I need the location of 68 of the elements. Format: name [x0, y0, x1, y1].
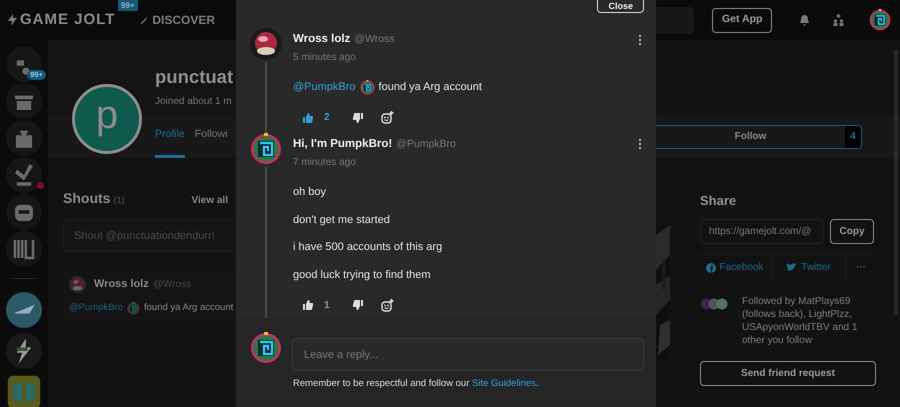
game-icon[interactable] — [6, 333, 42, 369]
share-link[interactable]: Twitter — [772, 254, 846, 280]
copy-button[interactable]: Copy — [830, 218, 874, 244]
user-avatar[interactable] — [250, 28, 282, 60]
bot-icon[interactable] — [6, 194, 42, 230]
inline-avatar[interactable] — [360, 80, 375, 95]
guidelines-note: Remember to be respectful and follow our Site Guidelines. — [293, 377, 540, 391]
store-icon[interactable] — [6, 83, 42, 119]
user-name[interactable]: Wross lolz — [94, 276, 149, 293]
emoji-add-icon[interactable] — [380, 111, 394, 124]
like-icon[interactable] — [302, 112, 314, 124]
comment-time: 7 minutes ago — [293, 156, 357, 170]
user-name[interactable]: Hi, I'm PumpkBro! — [293, 136, 392, 153]
follower-count: 4 — [845, 126, 861, 148]
comment-text: good luck trying to find them — [293, 268, 431, 282]
comment-text: i have 500 accounts of this arg — [293, 240, 442, 255]
profile-tab[interactable]: Profile — [155, 115, 185, 158]
reply-field[interactable]: Leave a reply... — [292, 338, 644, 371]
user-name[interactable]: Wross lolz — [293, 31, 350, 48]
like-icon[interactable] — [302, 299, 314, 311]
account-avatar[interactable] — [250, 332, 282, 364]
url-field[interactable]: https://gamejolt.com/@ — [700, 218, 824, 244]
comment-text: found ya Arg account — [144, 301, 234, 315]
mention-link[interactable]: @PumpkBro — [293, 79, 356, 96]
lightning-icon — [8, 14, 17, 26]
profile-name: punctuat — [155, 65, 234, 89]
get-app-button[interactable]: Get App — [712, 8, 772, 32]
comment-text: found ya Arg account — [378, 80, 482, 96]
emoji-add-icon[interactable] — [380, 298, 394, 312]
follow-button[interactable]: Follow 4 — [656, 124, 862, 148]
like-count: 2 — [324, 111, 330, 126]
comment-text: don't get me started — [293, 212, 390, 228]
followed-by-text: Followed by MatPlays69 (follows back), LightPlzz, USApyonWorldTBV and 1 other you follow — [742, 294, 858, 346]
profile-tab[interactable]: Followi — [194, 115, 228, 158]
comment-text: oh boy — [293, 185, 326, 200]
share-more[interactable]: ··· — [846, 254, 876, 280]
shouts-count: (1) — [113, 194, 124, 207]
library-icon[interactable] — [6, 231, 42, 267]
close-button[interactable]: Close — [597, 0, 644, 13]
notification-badge: 99+ — [118, 0, 138, 11]
game-icon[interactable] — [6, 292, 42, 328]
twitter-icon — [786, 263, 798, 272]
follower-avatars-icon — [700, 298, 730, 310]
guidelines-link[interactable]: Site Guidelines — [472, 378, 536, 389]
more-options-icon[interactable] — [638, 138, 642, 150]
friend-request-button[interactable]: Send friend request — [700, 360, 876, 386]
user-handle: @Wross — [354, 32, 395, 47]
gift-icon[interactable] — [6, 120, 42, 156]
bell-icon[interactable] — [799, 14, 810, 26]
more-options-icon[interactable] — [638, 34, 642, 46]
joined-date: Joined about 1 m — [155, 95, 232, 109]
logo[interactable]: GAME JOLT — [20, 8, 116, 32]
user-handle: @PumpkBro — [396, 136, 456, 152]
account-avatar[interactable] — [869, 9, 892, 31]
user-avatar[interactable] — [250, 132, 282, 165]
friends-icon[interactable] — [832, 14, 846, 26]
comment-time: 5 minutes ago — [293, 51, 357, 66]
like-count: 1 — [324, 298, 330, 312]
dislike-icon[interactable] — [352, 112, 364, 124]
view-all-link[interactable]: View all — [191, 193, 228, 208]
share-heading: Share — [700, 192, 738, 210]
dislike-icon[interactable] — [352, 299, 364, 311]
shouts-heading: Shouts — [63, 189, 110, 208]
inline-avatar[interactable] — [127, 302, 140, 315]
share-link[interactable]: Facebook — [698, 254, 772, 280]
facebook-icon — [706, 262, 716, 272]
search-field[interactable] — [656, 6, 694, 34]
discover-link[interactable]: DISCOVER — [152, 11, 216, 29]
